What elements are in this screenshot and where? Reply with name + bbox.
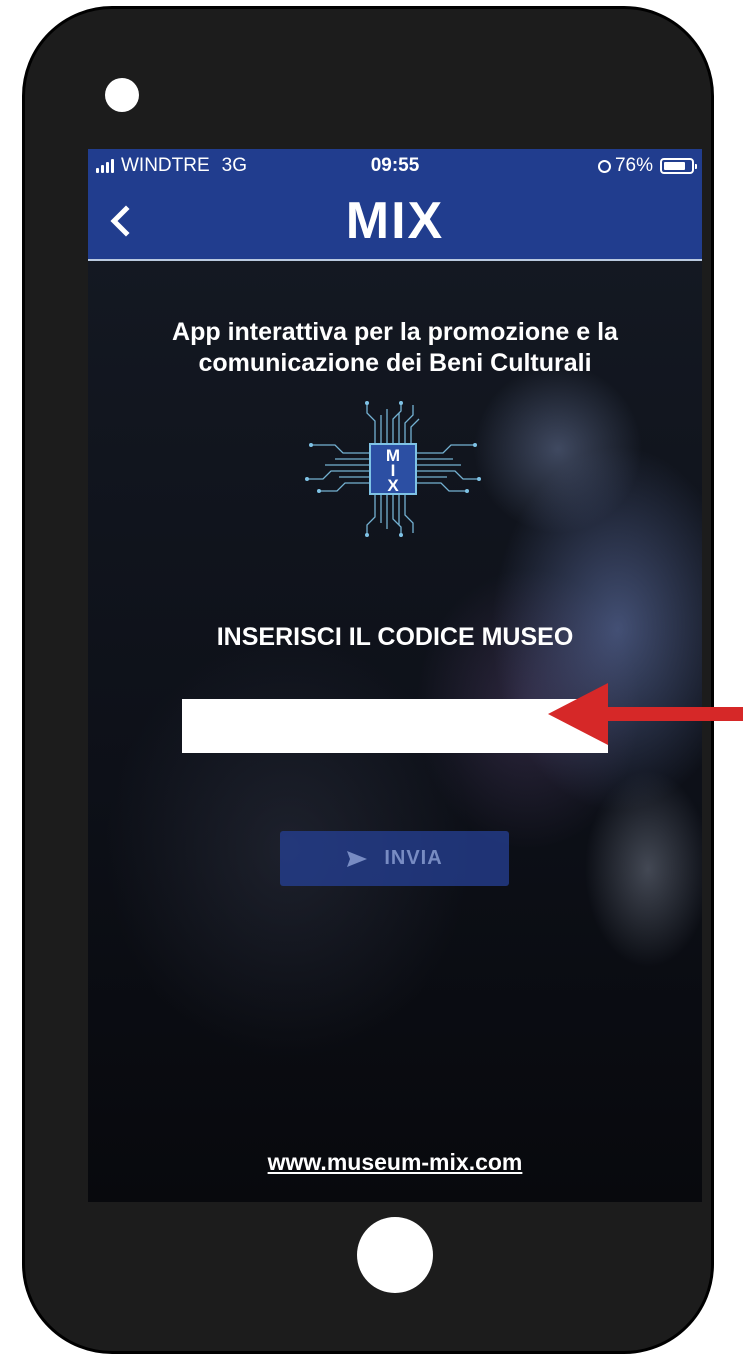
logo-letter-x: X xyxy=(387,476,399,495)
rotation-lock-icon xyxy=(597,159,611,173)
museum-code-label: INSERISCI IL CODICE MUSEO xyxy=(216,623,574,651)
send-arrow-icon xyxy=(347,850,368,867)
red-arrow-icon xyxy=(548,683,743,745)
app-title: MIX xyxy=(345,192,445,250)
phone-frame: WINDTRE 3G 09:55 76% MIX App interattiva… xyxy=(22,6,714,1354)
status-right: 76% xyxy=(597,155,697,177)
background-photo xyxy=(88,149,702,1202)
send-button-label: INVIA xyxy=(384,847,443,869)
battery-percent: 76% xyxy=(614,155,653,176)
status-bar: WINDTRE 3G 09:55 76% xyxy=(88,149,702,187)
app-screen: WINDTRE 3G 09:55 76% MIX App interattiva… xyxy=(88,149,702,1202)
website-link[interactable]: www.museum-mix.com xyxy=(88,1149,702,1176)
send-button[interactable]: INVIA xyxy=(280,831,509,886)
nav-bar: MIX xyxy=(88,187,702,261)
battery-icon xyxy=(660,158,697,174)
home-button[interactable] xyxy=(357,1217,433,1293)
logo-letters: M I X xyxy=(369,443,417,495)
museum-code-input[interactable] xyxy=(182,699,608,753)
app-tagline: App interattiva per la promozione e la c… xyxy=(172,318,618,377)
mix-chip-logo: M I X xyxy=(305,401,481,537)
camera-dot xyxy=(105,78,139,112)
